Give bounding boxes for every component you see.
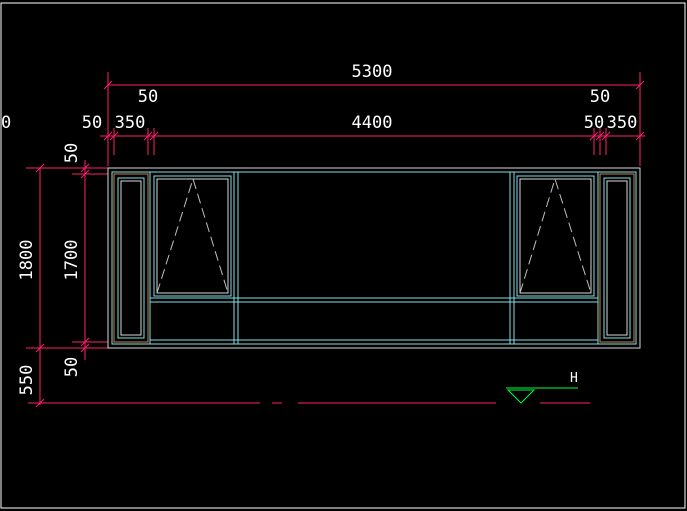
left-sash-inner bbox=[156, 178, 229, 294]
level-marker-label: H bbox=[570, 371, 578, 386]
right-side-panel-inner bbox=[603, 177, 631, 339]
left-sash-opening-indicator bbox=[156, 177, 229, 294]
dim-label-right-frame-end: 50 bbox=[584, 113, 604, 133]
dim-label-overall: 5300 bbox=[352, 62, 393, 82]
dim-label-sill-height: 550 bbox=[17, 365, 37, 396]
right-sash-outer bbox=[516, 175, 595, 297]
dim-label-height-inner: 1700 bbox=[62, 240, 82, 281]
cad-elevation-drawing: 5300 50 50 50 350 4400 50 350 0 1800 170… bbox=[0, 2, 686, 509]
dim-label-middle-span: 4400 bbox=[352, 113, 393, 133]
window-elevation bbox=[107, 167, 641, 349]
dim-label-left-panel: 350 bbox=[115, 113, 146, 133]
right-sash-inner bbox=[519, 178, 592, 294]
viewport-border bbox=[0, 2, 686, 509]
dimension-labels: 5300 50 50 50 350 4400 50 350 0 1800 170… bbox=[1, 62, 637, 395]
level-marker-triangle bbox=[506, 389, 536, 404]
dim-label-height-top-frame: 50 bbox=[62, 143, 82, 163]
dim-label-right-panel: 350 bbox=[607, 113, 638, 133]
right-side-panel-glass bbox=[606, 180, 628, 336]
left-sash-outer bbox=[153, 175, 232, 297]
dim-label-top-left-frame: 50 bbox=[138, 87, 158, 107]
level-marker: H bbox=[506, 371, 578, 404]
dim-label-height-bottom-frame: 50 bbox=[62, 357, 82, 377]
dim-label-left-cutoff: 0 bbox=[1, 113, 11, 133]
left-side-panel-glass bbox=[120, 180, 142, 336]
window-inner-frame bbox=[111, 171, 637, 345]
dim-label-height-overall: 1800 bbox=[17, 240, 37, 281]
left-side-panel-inner bbox=[117, 177, 145, 339]
dim-label-left-frame-start: 50 bbox=[82, 113, 102, 133]
dim-label-top-right-frame: 50 bbox=[590, 87, 610, 107]
right-sash-opening-indicator bbox=[519, 177, 592, 294]
right-side-panel-outer bbox=[599, 173, 635, 343]
left-side-panel-outer bbox=[113, 173, 149, 343]
